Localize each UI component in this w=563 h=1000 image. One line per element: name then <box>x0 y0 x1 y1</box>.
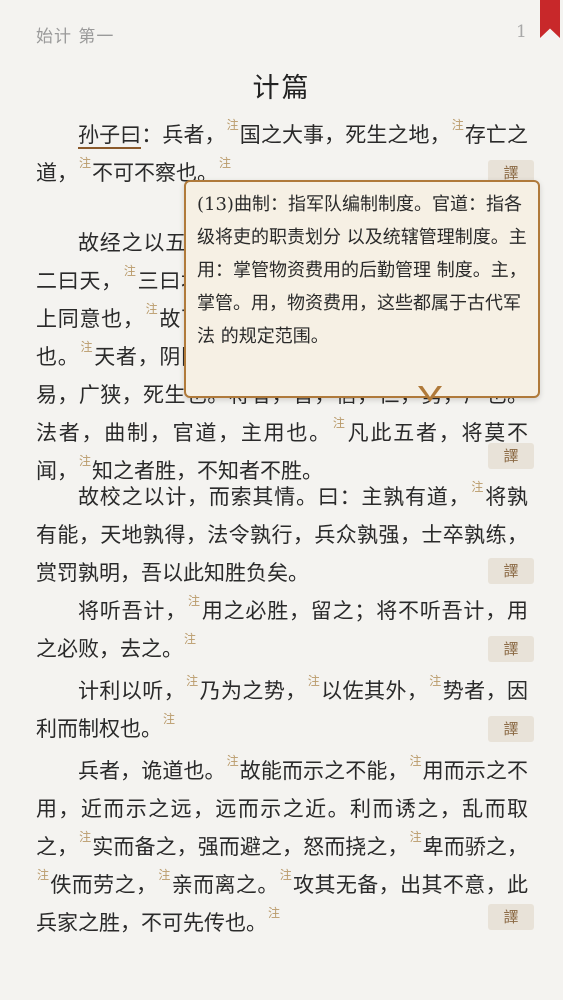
text-segment[interactable]: 孙子曰 <box>78 123 142 149</box>
paragraph-5: 计利以听，注乃为之势，注以佐其外，注势者，因利而制权也。注 <box>36 672 528 748</box>
text-segment: 乃为之势， <box>199 679 307 703</box>
annotation-marker-icon[interactable]: 注 <box>280 869 292 881</box>
text-segment: 计利以听， <box>78 679 186 703</box>
text-segment: 卑而骄之， <box>422 835 529 859</box>
annotation-marker-icon[interactable]: 注 <box>79 455 91 467</box>
text-segment: 亲而离之。 <box>171 873 279 897</box>
translate-button-4[interactable]: 譯 <box>488 636 534 662</box>
annotation-marker-icon[interactable]: 注 <box>186 675 198 687</box>
text-segment: 故能而示之不能， <box>239 759 409 783</box>
annotation-marker-icon[interactable]: 注 <box>184 633 196 645</box>
annotation-marker-icon[interactable]: 注 <box>163 713 175 725</box>
annotation-marker-icon[interactable]: 注 <box>410 831 422 843</box>
translate-button-6[interactable]: 譯 <box>488 904 534 930</box>
paragraph-6: 兵者，诡道也。注故能而示之不能，注用而示之不用，近而示之远，远而示之近。利而诱之… <box>36 752 528 942</box>
text-segment: 佚而劳之， <box>50 873 158 897</box>
text-segment: 故校之以计，而索其情。曰：主孰有道， <box>78 485 471 509</box>
text-segment: 以佐其外， <box>320 679 429 703</box>
chapter-header: 始计 第一 <box>36 27 115 47</box>
annotation-marker-icon[interactable]: 注 <box>188 595 200 607</box>
annotation-marker-icon[interactable]: 注 <box>227 119 239 131</box>
annotation-marker-icon[interactable]: 注 <box>219 157 231 169</box>
popup-pointer-fill <box>421 384 439 397</box>
page-number: 1 <box>516 22 527 42</box>
translate-button-3[interactable]: 譯 <box>488 558 534 584</box>
translate-button-2[interactable]: 譯 <box>488 443 534 469</box>
annotation-marker-icon[interactable]: 注 <box>268 907 280 919</box>
annotation-marker-icon[interactable]: 注 <box>79 157 91 169</box>
annotation-marker-icon[interactable]: 注 <box>146 303 158 315</box>
annotation-marker-icon[interactable]: 注 <box>471 481 483 493</box>
annotation-marker-icon[interactable]: 注 <box>429 675 441 687</box>
text-segment: 兵者，诡道也。 <box>78 759 226 783</box>
annotation-marker-icon[interactable]: 注 <box>37 869 49 881</box>
text-segment: 将听吾计， <box>78 599 187 623</box>
translate-button-5[interactable]: 譯 <box>488 716 534 742</box>
text-segment: 实而备之，强而避之，怒而挠之， <box>92 835 409 859</box>
annotation-marker-icon[interactable]: 注 <box>80 341 92 353</box>
paragraph-4: 将听吾计，注用之必胜，留之；将不听吾计，用之必败，去之。注 <box>36 592 528 668</box>
annotation-marker-icon[interactable]: 注 <box>308 675 320 687</box>
annotation-popup: (13)曲制：指军队编制制度。官道：指各级将吏的职责划分 以及统辖管理制度。主用… <box>184 180 540 398</box>
bookmark-ribbon-icon[interactable] <box>540 0 560 38</box>
text-segment: 二曰天， <box>36 269 123 293</box>
paragraph-3: 故校之以计，而索其情。曰：主孰有道，注将孰有能，天地孰得，法令孰行，兵众孰强，士… <box>36 478 528 592</box>
annotation-popup-text: (13)曲制：指军队编制制度。官道：指各级将吏的职责划分 以及统辖管理制度。主用… <box>197 194 527 347</box>
annotation-marker-icon[interactable]: 注 <box>227 755 239 767</box>
page-title: 计篇 <box>252 73 311 104</box>
annotation-marker-icon[interactable]: 注 <box>124 265 136 277</box>
annotation-marker-icon[interactable]: 注 <box>79 831 91 843</box>
annotation-marker-icon[interactable]: 注 <box>158 869 170 881</box>
annotation-marker-icon[interactable]: 注 <box>410 755 422 767</box>
annotation-marker-icon[interactable]: 注 <box>452 119 464 131</box>
text-segment: ：兵者， <box>141 123 226 147</box>
annotation-marker-icon[interactable]: 注 <box>333 417 345 429</box>
text-segment: 国之大事，死生之地， <box>239 123 451 147</box>
